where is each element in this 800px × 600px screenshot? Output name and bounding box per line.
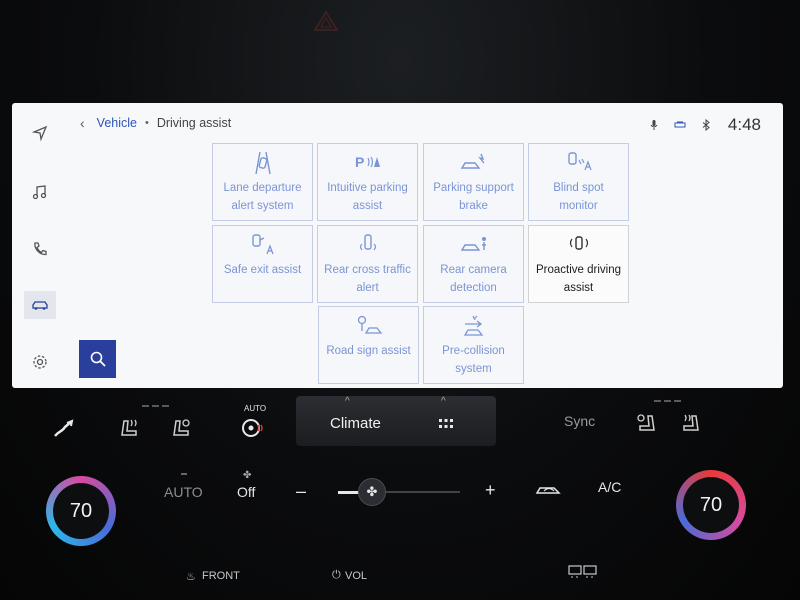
infotainment-screen: ‹ Vehicle • Driving assist 4:48 Lane dep…: [12, 103, 783, 388]
parking-sensor-icon: P: [355, 154, 380, 170]
tile-rear-camera-detection[interactable]: Rear camera detection: [423, 225, 524, 303]
chevron-up-icon[interactable]: ^: [345, 396, 350, 407]
tile-parking-support-brake[interactable]: Parking support brake: [423, 143, 524, 221]
bluetooth-icon: [702, 119, 710, 131]
fan-icon: ✤: [366, 484, 378, 499]
fan-speed-knob[interactable]: ✤: [358, 478, 386, 506]
seat-heat-level-indicator: [142, 405, 169, 407]
apps-grid-icon[interactable]: [438, 417, 454, 431]
seat-heater-icon[interactable]: [118, 415, 144, 439]
proactive-driving-icon: [569, 236, 588, 250]
right-temperature-value: 70: [699, 493, 723, 516]
fan-off-button[interactable]: Off: [237, 484, 255, 500]
connectivity-icon: [674, 121, 686, 128]
sync-button[interactable]: Sync: [564, 413, 595, 429]
tile-label: Pre-collision system: [442, 345, 505, 375]
rear-cross-traffic-icon: [359, 234, 376, 251]
left-temperature-dial[interactable]: 70: [46, 476, 116, 546]
tile-label: Intuitive parking assist: [327, 182, 408, 212]
seat-heater-icon-right[interactable]: [676, 410, 702, 434]
fan-plus-button[interactable]: +: [485, 480, 496, 501]
breadcrumb: ‹ Vehicle • Driving assist: [80, 115, 231, 131]
ac-button[interactable]: A/C: [598, 479, 621, 495]
tile-intuitive-parking-assist[interactable]: P Intuitive parking assist: [317, 143, 418, 221]
search-button[interactable]: [79, 340, 116, 378]
right-temperature-dial[interactable]: 70: [676, 470, 746, 540]
safe-exit-icon: [251, 234, 274, 255]
tile-lane-departure-alert[interactable]: Lane departure alert system: [212, 143, 313, 221]
phone-icon[interactable]: [24, 235, 56, 263]
front-defrost-icon[interactable]: ♨: [186, 570, 196, 583]
lane-departure-icon: [254, 151, 271, 175]
tile-label: Blind spot monitor: [553, 182, 604, 212]
blind-spot-icon: [567, 152, 592, 171]
climate-center-panel: [296, 396, 496, 446]
breadcrumb-separator: •: [144, 117, 149, 129]
music-icon[interactable]: [24, 178, 56, 206]
tile-rear-cross-traffic-alert[interactable]: Rear cross traffic alert: [317, 225, 418, 303]
tile-safe-exit-assist[interactable]: Safe exit assist: [212, 225, 313, 303]
tile-label: Rear cross traffic alert: [324, 264, 411, 294]
microphone-icon: [650, 120, 658, 130]
tile-label: Road sign assist: [326, 345, 411, 357]
seat-airflow-icon[interactable]: [52, 418, 76, 440]
rear-defrost-icon[interactable]: [568, 565, 598, 579]
tile-road-sign-assist[interactable]: Road sign assist: [318, 306, 419, 384]
volume-button[interactable]: VOL: [345, 570, 367, 582]
tile-label: Parking support brake: [433, 182, 514, 212]
auto-indicator: [181, 473, 187, 475]
tile-label: Safe exit assist: [223, 264, 302, 276]
side-rail: [12, 103, 64, 388]
clock: 4:48: [727, 115, 761, 134]
steering-wheel-heater-icon[interactable]: [240, 416, 266, 440]
left-temperature-value: 70: [69, 499, 93, 522]
tile-pre-collision-system[interactable]: Pre-collision system: [423, 306, 524, 384]
back-icon[interactable]: ‹: [80, 115, 85, 131]
steering-heat-auto-label: AUTO: [244, 404, 267, 413]
chevron-up-icon[interactable]: ^: [441, 396, 446, 407]
search-icon: [90, 351, 106, 367]
svg-text:P: P: [355, 154, 364, 170]
pre-collision-icon: [463, 315, 483, 336]
tile-blind-spot-monitor[interactable]: Blind spot monitor: [528, 143, 629, 221]
parking-brake-icon: [460, 153, 485, 169]
auto-button[interactable]: AUTO: [164, 484, 203, 500]
fan-minus-button[interactable]: –: [296, 481, 306, 502]
front-defrost-button[interactable]: FRONT: [202, 570, 240, 582]
seat-heat-level-indicator-right: [654, 400, 681, 402]
tile-proactive-driving-assist[interactable]: Proactive driving assist: [528, 225, 629, 303]
tile-label: Proactive driving assist: [535, 264, 621, 294]
status-bar: 4:48: [648, 115, 761, 135]
page-title: Driving assist: [156, 116, 232, 130]
settings-icon[interactable]: [24, 348, 56, 376]
recirculation-icon[interactable]: [534, 480, 564, 498]
power-icon[interactable]: ⏻: [332, 569, 341, 582]
navigation-icon[interactable]: [24, 119, 56, 147]
climate-button[interactable]: Climate: [330, 415, 381, 432]
seat-ventilation-icon[interactable]: [170, 415, 196, 439]
road-sign-icon: [357, 315, 382, 334]
seat-ventilation-icon-right[interactable]: [632, 410, 658, 434]
tile-label: Lane departure alert system: [223, 182, 302, 212]
tile-label: Rear camera detection: [440, 264, 507, 294]
fan-icon: ✤: [243, 470, 252, 481]
rear-camera-icon: [460, 237, 486, 251]
breadcrumb-vehicle[interactable]: Vehicle: [97, 116, 137, 130]
hazard-icon[interactable]: [313, 10, 339, 32]
car-icon[interactable]: [24, 291, 56, 319]
